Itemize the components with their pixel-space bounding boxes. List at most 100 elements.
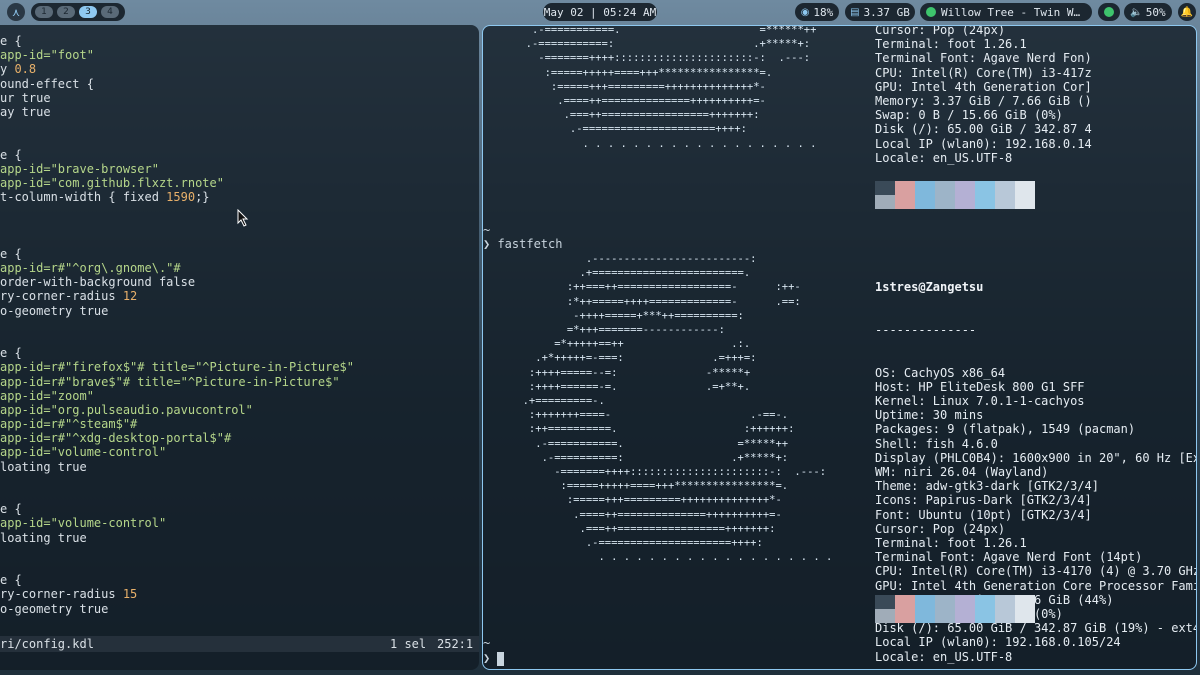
code-token: loating true	[0, 530, 87, 545]
editor-window[interactable]: e {app-id="foot" y 0.8 ound-effect {ur tru…	[0, 25, 479, 670]
fetch-info-value: foot 1.26.1	[947, 536, 1027, 551]
fetch-info-value: HP EliteDesk 800 G1 SFF	[918, 379, 1085, 394]
spotify-tray[interactable]	[1098, 3, 1120, 21]
notifications-button[interactable]: 🔔	[1178, 3, 1196, 21]
memory-icon: ▤	[850, 6, 860, 18]
fetch-info-line: Display (PHLC0B4): 1600x900 in 20", 60 H…	[875, 451, 1196, 465]
color-swatch	[995, 181, 1015, 195]
color-swatch	[975, 195, 995, 209]
fetch-info-line: Locale: en_US.UTF-8	[875, 150, 1013, 165]
cpu-value: 18%	[813, 5, 834, 19]
cpu-icon: ◉	[800, 6, 810, 18]
color-swatch	[875, 195, 895, 209]
code-line: app-id="com.github.flxzt.rnote"	[0, 176, 479, 190]
fetch-info-key: Disk (/):	[875, 621, 948, 636]
fetch-info-value: Pop (24px)	[932, 521, 1006, 536]
code-token: e {	[0, 147, 22, 162]
fetch-info-value: Papirus-Dark [GTK2/3/4]	[925, 493, 1092, 508]
fetch-info-line: Swap: 0 B / 15.66 GiB (0%)	[875, 108, 1063, 123]
color-swatch	[895, 595, 915, 609]
code-line: o-geometry true	[0, 304, 479, 318]
color-swatch	[995, 595, 1015, 609]
code-line: app-id="foot"	[0, 48, 479, 62]
color-swatch	[955, 181, 975, 195]
code-line: y 0.8	[0, 62, 479, 76]
code-token: app-id=	[0, 48, 51, 63]
fetch-info-line: Local IP (wlan0): 192.168.0.14	[875, 136, 1092, 151]
terminal-window[interactable]: .-===========. =******++ .-===========: …	[482, 25, 1197, 670]
prompt-tilde-1: ~	[483, 223, 491, 237]
info-separator: --------------	[875, 323, 977, 338]
code-line: e {	[0, 502, 479, 516]
code-line: ur true	[0, 91, 479, 105]
code-line: app-id=r#"^steam$"#	[0, 417, 479, 431]
code-token: ry-corner-radius	[0, 587, 123, 602]
code-line: app-id="volume-control"	[0, 516, 479, 530]
color-swatch	[875, 595, 895, 609]
code-line: loating true	[0, 460, 479, 474]
workspace-4-button[interactable]: 4	[101, 6, 119, 18]
workspace-2-button[interactable]: 2	[57, 6, 75, 18]
color-swatch	[895, 609, 915, 623]
fetch-info-key: Terminal:	[875, 536, 948, 551]
workspace-3-button[interactable]: 3	[79, 6, 97, 18]
code-token: app-id=r#"^xdg-desktop-portal$"#	[0, 431, 232, 446]
fetch-info-line: Terminal: foot 1.26.1	[875, 37, 1027, 52]
color-swatch	[975, 181, 995, 195]
fetch-info-line: Disk (/): 65.00 GiB / 342.87 GiB (19%) -…	[875, 621, 1197, 636]
color-swatch	[975, 609, 995, 623]
fetch-info-key: CPU:	[875, 564, 912, 579]
code-line: loating true	[0, 531, 479, 545]
fetch-info-key: Host:	[875, 379, 919, 394]
color-swatch	[915, 609, 935, 623]
media-title: Willow Tree - Twin W…	[941, 5, 1081, 19]
editor-buffer[interactable]: e {app-id="foot" y 0.8 ound-effect {ur tru…	[0, 34, 479, 616]
code-line: app-id=r#"firefox$"# title="^Picture-in-…	[0, 360, 479, 374]
code-token: app-id="volume-control"	[0, 516, 167, 531]
color-swatch	[935, 595, 955, 609]
color-swatches-top-row2	[875, 195, 1035, 209]
workspace-1-button[interactable]: 1	[35, 6, 53, 18]
code-token: 15	[122, 587, 138, 602]
cpu-indicator[interactable]: ◉ 18%	[795, 3, 839, 21]
color-swatches-row2	[875, 609, 1035, 623]
fetch-info-line: GPU: Intel 4th Generation Core Processor…	[875, 578, 1197, 593]
top-bar: ⋏ 1 2 3 4 May 02 | 05:24 AM ◉ 18% ▤ 3.37…	[0, 0, 1200, 24]
launcher-icon[interactable]: ⋏	[7, 3, 25, 21]
color-swatch	[875, 609, 895, 623]
ascii-logo-top: .-===========. =******++ .-===========: …	[525, 25, 817, 150]
workspace-switcher: 1 2 3 4	[31, 3, 125, 21]
fetch-info-line: WM: niri 26.04 (Wayland)	[875, 465, 1196, 480]
fetch-info-line: Locale: en_US.UTF-8	[875, 650, 1196, 664]
code-token: app-id="org.pulseaudio.pavucontrol"	[0, 402, 253, 417]
prompt[interactable]: ❯	[483, 651, 490, 665]
clock[interactable]: May 02 | 05:24 AM	[543, 3, 657, 21]
code-line: order-with-background false	[0, 275, 479, 289]
fetch-info-key: Font:	[875, 507, 919, 522]
code-line: e {	[0, 247, 479, 261]
color-swatch	[935, 181, 955, 195]
volume-indicator[interactable]: 🔈 50%	[1124, 3, 1172, 21]
code-line: o-geometry true	[0, 602, 479, 616]
color-swatch	[995, 609, 1015, 623]
code-token: app-id=r#"^steam$"#	[0, 417, 138, 432]
color-swatches-top	[875, 181, 1035, 195]
media-player[interactable]: Willow Tree - Twin W…	[920, 3, 1092, 21]
color-swatch	[935, 609, 955, 623]
code-token: "foot"	[50, 48, 94, 63]
fetch-info-line: Disk (/): 65.00 GiB / 342.87 4	[875, 122, 1092, 137]
color-swatch	[895, 195, 915, 209]
fetch-info-value: Intel 4th Generation Core Processor Fami…	[911, 578, 1197, 593]
fetch-info-value: 65.00 GiB / 342.87 GiB (19%) - ext4	[947, 621, 1197, 636]
fetch-info-line: Terminal: foot 1.26.1	[875, 536, 1196, 551]
memory-indicator[interactable]: ▤ 3.37 GB	[845, 3, 915, 21]
cursor-position: 252:1	[437, 637, 474, 651]
color-swatches	[875, 595, 1035, 609]
fetch-info-value: niri 26.04 (Wayland)	[903, 465, 1049, 480]
fetch-info-line: Kernel: Linux 7.0.1-1-cachyos	[875, 394, 1196, 408]
